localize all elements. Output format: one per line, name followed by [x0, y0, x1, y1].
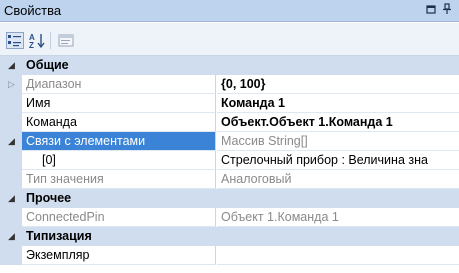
property-value[interactable]: Объект 1.Команда 1: [217, 208, 459, 227]
collapse-icon[interactable]: ◢: [8, 136, 15, 147]
sort-az-icon: A Z: [29, 33, 45, 50]
categorized-view-button[interactable]: [6, 32, 24, 49]
pin-icon: [443, 3, 451, 14]
property-row-range[interactable]: ▷ Диапазон {0, 100}: [0, 75, 459, 94]
property-name: [0]: [22, 151, 216, 170]
dock-icon: [426, 5, 436, 14]
dock-button[interactable]: [424, 3, 438, 17]
property-row-command[interactable]: Команда Объект.Объект 1.Команда 1: [0, 113, 459, 132]
toolbar-separator: [50, 32, 51, 49]
collapse-icon[interactable]: ◢: [8, 231, 15, 242]
panel-titlebar: Свойства: [0, 0, 459, 22]
panel-title: Свойства: [4, 3, 62, 18]
category-misc[interactable]: ◢ Прочее: [0, 189, 459, 208]
property-value[interactable]: Аналоговый: [217, 170, 459, 189]
property-value[interactable]: Объект.Объект 1.Команда 1: [217, 113, 459, 132]
property-value[interactable]: [217, 246, 459, 265]
property-row-connected-pin[interactable]: ConnectedPin Объект 1.Команда 1: [0, 208, 459, 227]
property-pages-icon: [58, 34, 74, 47]
property-name: ConnectedPin: [22, 208, 216, 227]
property-grid: ◢ Общие ▷ Диапазон {0, 100} Имя Команда …: [0, 56, 459, 265]
row-gutter: [0, 94, 22, 113]
property-row-element-links[interactable]: ◢ Связи с элементами Массив String[]: [0, 132, 459, 151]
property-pages-button[interactable]: [57, 32, 75, 49]
row-gutter: [0, 113, 22, 132]
pin-button[interactable]: [440, 3, 454, 17]
category-label: Прочее: [26, 191, 72, 205]
property-row-instance[interactable]: Экземпляр: [0, 246, 459, 265]
row-gutter: [0, 208, 22, 227]
property-value[interactable]: Стрелочный прибор : Величина зна: [217, 151, 459, 170]
property-row-value-type[interactable]: Тип значения Аналоговый: [0, 170, 459, 189]
category-general[interactable]: ◢ Общие: [0, 56, 459, 75]
row-gutter: [0, 151, 22, 170]
category-typing[interactable]: ◢ Типизация: [0, 227, 459, 246]
category-label: Типизация: [26, 229, 92, 243]
collapse-icon[interactable]: ◢: [8, 60, 15, 71]
property-name: Диапазон: [22, 75, 216, 94]
property-name: Команда: [22, 113, 216, 132]
svg-text:Z: Z: [29, 41, 34, 49]
property-name: Экземпляр: [22, 246, 216, 265]
row-gutter: [0, 246, 22, 265]
property-name: Тип значения: [22, 170, 216, 189]
expand-icon[interactable]: ▷: [8, 79, 15, 90]
collapse-icon[interactable]: ◢: [8, 193, 15, 204]
alphabetical-view-button[interactable]: A Z: [28, 32, 46, 50]
property-toolbar: A Z: [0, 23, 459, 56]
property-name: Связи с элементами: [22, 132, 216, 151]
property-value[interactable]: {0, 100}: [217, 75, 459, 94]
property-value[interactable]: Массив String[]: [217, 132, 459, 151]
row-gutter: [0, 170, 22, 189]
property-row-element-link-0[interactable]: [0] Стрелочный прибор : Величина зна: [0, 151, 459, 170]
property-name: Имя: [22, 94, 216, 113]
property-value[interactable]: Команда 1: [217, 94, 459, 113]
property-row-name[interactable]: Имя Команда 1: [0, 94, 459, 113]
category-label: Общие: [26, 58, 69, 72]
categorized-icon: [6, 32, 24, 49]
